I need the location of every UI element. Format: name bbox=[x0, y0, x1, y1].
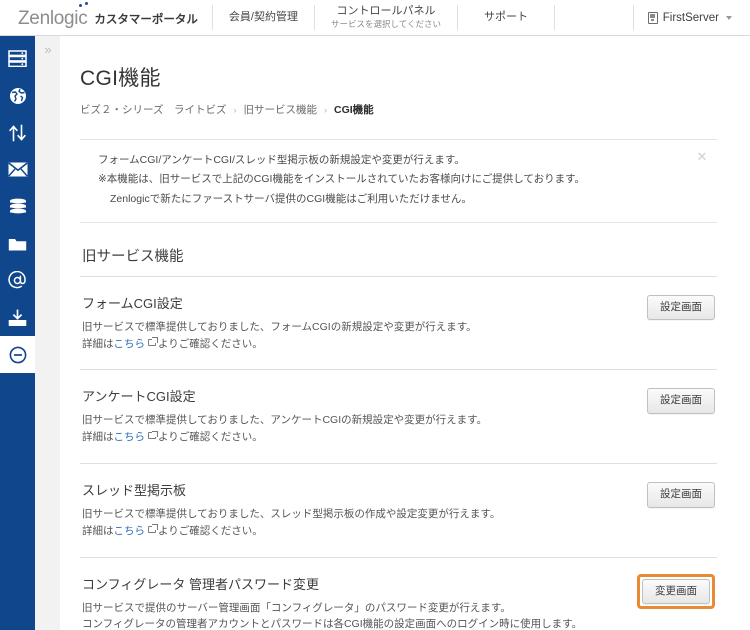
top-header-bar: Zenlogic カスタマーポータル 会員/契約管理 コントロールパネル サービ… bbox=[0, 0, 750, 36]
nav-item-control-panel[interactable]: コントロールパネル サービスを選択してください bbox=[315, 0, 457, 35]
breadcrumb: ビズ２・シリーズ ライトビズ › 旧サービス機能 › CGI機能 bbox=[80, 102, 717, 117]
form-cgi-settings-button[interactable]: 設定画面 bbox=[647, 295, 715, 321]
zenlogic-logo: Zenlogic bbox=[18, 7, 87, 28]
nav-item-sublabel: サービスを選択してください bbox=[331, 19, 441, 30]
detail-link[interactable]: こちら bbox=[114, 431, 146, 443]
at-sign-icon bbox=[8, 271, 27, 290]
feature-row-text: アンケートCGI設定 旧サービスで標準提供しておりました、アンケートCGIの新規… bbox=[82, 386, 647, 446]
sidebar-item-database[interactable] bbox=[0, 188, 35, 225]
sidebar-item-transfer[interactable] bbox=[0, 114, 35, 151]
breadcrumb-item-series[interactable]: ビズ２・シリーズ ライトビズ bbox=[80, 102, 226, 117]
feature-description-line2: 詳細はこちらよりご確認ください。 bbox=[82, 429, 635, 446]
page-title: CGI機能 bbox=[80, 62, 717, 92]
detail-suffix: よりご確認ください。 bbox=[158, 431, 263, 443]
portal-subtitle: カスタマーポータル bbox=[94, 9, 198, 27]
feature-title: コンフィグレータ 管理者パスワード変更 bbox=[82, 574, 625, 593]
header-spacer bbox=[555, 0, 633, 35]
database-icon bbox=[9, 198, 27, 216]
breadcrumb-separator-icon: › bbox=[324, 105, 327, 115]
configurator-password-change-button[interactable]: 変更画面 bbox=[642, 579, 710, 605]
backup-download-icon bbox=[8, 309, 27, 327]
logo-dot-left-icon bbox=[79, 4, 82, 7]
feature-description-line1: 旧サービスで標準提供しておりました、アンケートCGIの新規設定や変更が行えます。 bbox=[82, 412, 635, 429]
sidebar-item-domain[interactable] bbox=[0, 77, 35, 114]
sidebar-expand-toggle[interactable]: » bbox=[35, 36, 60, 62]
nav-item-support[interactable]: サポート bbox=[458, 0, 554, 35]
detail-suffix: よりご確認ください。 bbox=[158, 525, 263, 537]
sidebar-item-files[interactable] bbox=[0, 225, 35, 262]
survey-cgi-settings-button[interactable]: 設定画面 bbox=[647, 388, 715, 414]
section-title-legacy-features: 旧サービス機能 bbox=[82, 245, 717, 266]
feature-row-thread-bbs: スレッド型掲示板 旧サービスで標準提供しておりました、スレッド型掲示板の作成や設… bbox=[80, 464, 717, 557]
feature-title: フォームCGI設定 bbox=[82, 293, 635, 312]
sidebar-item-mailaddress[interactable] bbox=[0, 262, 35, 299]
sidebar-item-backup[interactable] bbox=[0, 299, 35, 336]
feature-row-text: スレッド型掲示板 旧サービスで標準提供しておりました、スレッド型掲示板の作成や設… bbox=[82, 480, 647, 540]
brand-logo-area[interactable]: Zenlogic カスタマーポータル bbox=[0, 0, 212, 35]
feature-description-line2: 詳細はこちらよりご確認ください。 bbox=[82, 523, 635, 540]
minus-circle-icon bbox=[9, 346, 27, 364]
server-stack-icon bbox=[8, 50, 27, 67]
close-icon[interactable]: ✕ bbox=[695, 150, 709, 164]
highlighted-action-wrap: 変更画面 bbox=[637, 574, 715, 610]
feature-row-form-cgi: フォームCGI設定 旧サービスで標準提供しておりました、フォームCGIの新規設定… bbox=[80, 277, 717, 370]
feature-row-configurator-password: コンフィグレータ 管理者パスワード変更 旧サービスで提供のサーバー管理画面「コン… bbox=[80, 558, 717, 630]
sidebar-item-legacy-features[interactable] bbox=[0, 336, 35, 373]
sidebar-item-server[interactable] bbox=[0, 40, 35, 77]
thread-bbs-settings-button[interactable]: 設定画面 bbox=[647, 482, 715, 508]
feature-action-wrap: 設定画面 bbox=[647, 480, 715, 508]
detail-link[interactable]: こちら bbox=[114, 338, 146, 350]
feature-row-survey-cgi: アンケートCGI設定 旧サービスで標準提供しておりました、アンケートCGIの新規… bbox=[80, 370, 717, 463]
notice-line-2: ※本機能は、旧サービスで上記のCGI機能をインストールされていたお客様向けにご提… bbox=[98, 171, 687, 187]
notice-line-1: フォームCGI/アンケートCGI/スレッド型掲示板の新規設定や変更が行えます。 bbox=[98, 152, 687, 168]
nav-item-label: サポート bbox=[484, 11, 528, 25]
external-link-icon bbox=[148, 339, 156, 346]
detail-link[interactable]: こちら bbox=[114, 525, 146, 537]
notice-line-3: Zenlogicで新たにファーストサーバ提供のCGI機能はご利用いただけません。 bbox=[98, 191, 687, 207]
detail-suffix: よりご確認ください。 bbox=[158, 338, 263, 350]
zenlogic-logo-text: Zenlogic bbox=[18, 8, 87, 29]
account-menu[interactable]: FirstServer bbox=[634, 0, 750, 35]
chevron-double-right-icon: » bbox=[44, 42, 50, 57]
external-link-icon bbox=[148, 526, 156, 533]
nav-item-label: コントロールパネル bbox=[336, 5, 435, 19]
breadcrumb-item-legacy-features[interactable]: 旧サービス機能 bbox=[243, 102, 317, 117]
nav-item-member-contract[interactable]: 会員/契約管理 bbox=[213, 0, 314, 35]
left-sidebar bbox=[0, 36, 35, 630]
detail-prefix: 詳細は bbox=[82, 431, 114, 443]
account-name-label: FirstServer bbox=[663, 12, 719, 24]
detail-prefix: 詳細は bbox=[82, 338, 114, 350]
app-root: Zenlogic カスタマーポータル 会員/契約管理 コントロールパネル サービ… bbox=[0, 0, 750, 630]
breadcrumb-separator-icon: › bbox=[233, 105, 236, 115]
feature-description-line2: コンフィグレータの管理者アカウントとパスワードは各CGI機能の設定画面へのログイ… bbox=[82, 616, 625, 630]
feature-description-line1: 旧サービスで標準提供しておりました、フォームCGIの新規設定や変更が行えます。 bbox=[82, 319, 635, 336]
logo-dot-right-icon bbox=[85, 2, 88, 5]
detail-prefix: 詳細は bbox=[82, 525, 114, 537]
server-icon bbox=[648, 12, 658, 24]
chevron-down-icon bbox=[726, 16, 732, 20]
feature-description-line1: 旧サービスで提供のサーバー管理画面「コンフィグレータ」のパスワード変更が行えます… bbox=[82, 600, 625, 617]
main-content-panel: CGI機能 ビズ２・シリーズ ライトビズ › 旧サービス機能 › CGI機能 フ… bbox=[60, 36, 750, 630]
feature-description-line1: 旧サービスで標準提供しておりました、スレッド型掲示板の作成や設定変更が行えます。 bbox=[82, 506, 635, 523]
feature-action-wrap: 設定画面 bbox=[647, 386, 715, 414]
feature-action-wrap: 設定画面 bbox=[647, 293, 715, 321]
external-link-icon bbox=[148, 432, 156, 439]
folder-icon bbox=[8, 236, 27, 252]
feature-description-line2: 詳細はこちらよりご確認ください。 bbox=[82, 336, 635, 353]
nav-item-label: 会員/契約管理 bbox=[229, 11, 298, 25]
mail-icon bbox=[8, 162, 28, 177]
feature-row-text: フォームCGI設定 旧サービスで標準提供しておりました、フォームCGIの新規設定… bbox=[82, 293, 647, 353]
globe-icon bbox=[9, 87, 27, 105]
sidebar-item-mail[interactable] bbox=[0, 151, 35, 188]
feature-title: アンケートCGI設定 bbox=[82, 386, 635, 405]
info-notice-box: フォームCGI/アンケートCGI/スレッド型掲示板の新規設定や変更が行えます。 … bbox=[80, 139, 717, 223]
breadcrumb-item-current: CGI機能 bbox=[334, 102, 374, 117]
transfer-arrows-icon bbox=[8, 124, 27, 142]
feature-row-text: コンフィグレータ 管理者パスワード変更 旧サービスで提供のサーバー管理画面「コン… bbox=[82, 574, 637, 630]
feature-title: スレッド型掲示板 bbox=[82, 480, 635, 499]
